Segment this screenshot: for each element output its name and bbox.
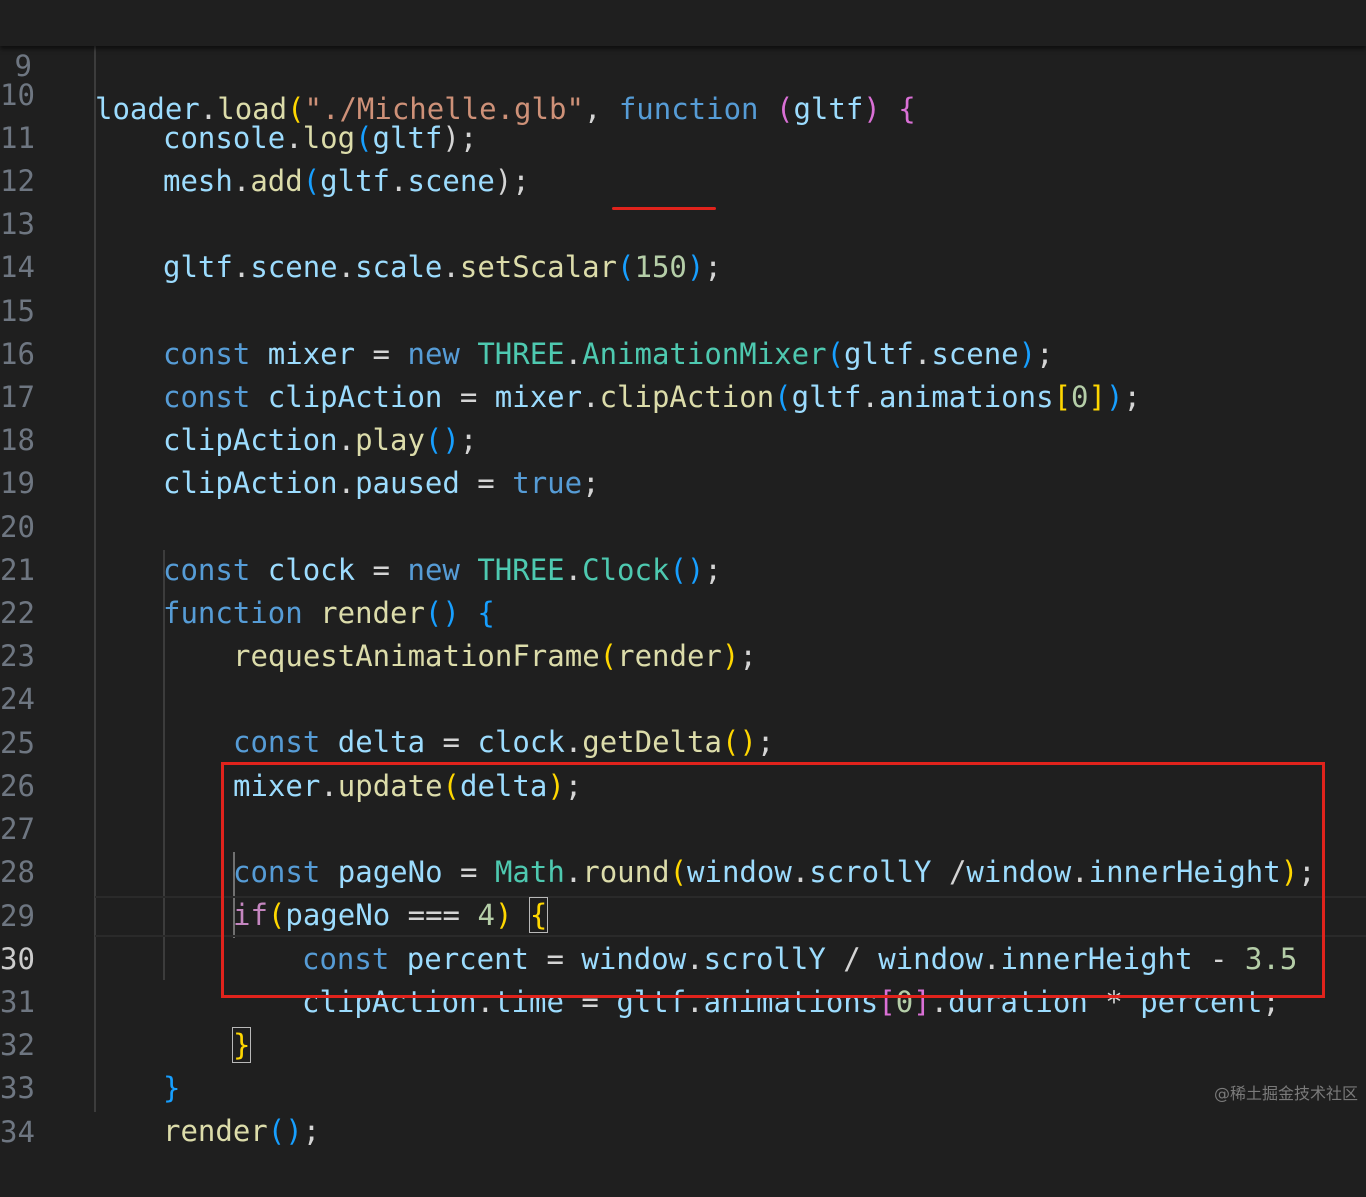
code-line[interactable]: 24 const delta = clock.getDelta(); [0, 635, 1366, 759]
code-line[interactable]: 18 clipAction.paused = true; [0, 376, 1366, 500]
code-line[interactable]: 9 loader.load("./Michelle.glb", function… [0, 2, 1366, 126]
code-line[interactable]: 19 [0, 419, 1366, 500]
code-text: render(); [163, 1114, 321, 1148]
code-text: loader.load("./Michelle.glb", function (… [95, 92, 916, 126]
code-line[interactable]: 15 const mixer = new THREE.AnimationMixe… [0, 247, 1366, 371]
code-line[interactable]: 34 [0, 1068, 1366, 1149]
line-number: 34 [0, 1115, 35, 1149]
line-number: 9 [14, 49, 32, 83]
code-line[interactable]: 22 requestAnimationFrame(render); [0, 549, 1366, 673]
code-line[interactable]: 23 [0, 592, 1366, 673]
sticky-scroll-header[interactable]: 9 loader.load("./Michelle.glb", function… [0, 0, 1366, 126]
code-line[interactable]: 21 function render() { [0, 506, 1366, 630]
red-box-annotation [221, 762, 1325, 998]
code-line[interactable]: 16 const clipAction = mixer.clipAction(g… [0, 290, 1366, 414]
code-line[interactable]: 26 [0, 722, 1366, 803]
watermark: @稀土掘金技术社区 [1213, 1084, 1358, 1103]
code-line[interactable]: 33 render(); [0, 1024, 1366, 1148]
red-underline-annotation [612, 207, 716, 210]
code-line[interactable]: 13 gltf.scene.scale.setScalar(150); [0, 160, 1366, 284]
code-editor[interactable]: 9 loader.load("./Michelle.glb", function… [0, 0, 1366, 1149]
code-line[interactable]: 17 clipAction.play(); [0, 333, 1366, 457]
code-line[interactable]: 25 mixer.update(delta); [0, 679, 1366, 803]
code-line[interactable]: 20 const clock = new THREE.Clock(); [0, 463, 1366, 587]
